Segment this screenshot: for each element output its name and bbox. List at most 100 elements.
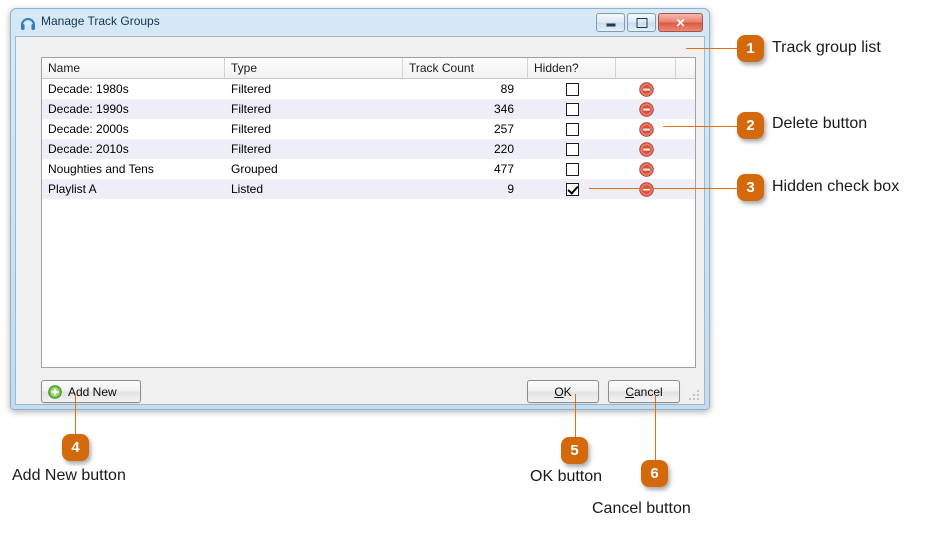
close-button[interactable]: ✕	[658, 13, 703, 32]
delete-icon[interactable]	[638, 141, 654, 157]
column-header-delete	[616, 58, 676, 78]
cell-delete[interactable]	[616, 159, 676, 179]
leader-line-3	[589, 188, 742, 189]
column-header-track-count[interactable]: Track Count	[403, 58, 528, 78]
cell-name: Noughties and Tens	[48, 162, 154, 176]
leader-line-2	[663, 126, 742, 127]
table-row[interactable]: Decade: 1990s Filtered 346	[42, 99, 695, 119]
delete-icon[interactable]	[638, 161, 654, 177]
callout-badge-6: 6	[641, 460, 668, 487]
table-row[interactable]: Playlist A Listed 9	[42, 179, 695, 199]
ok-button[interactable]: OK	[527, 380, 599, 403]
cell-name: Decade: 2000s	[48, 122, 129, 136]
dialog-body: Name Type Track Count Hidden? Decade: 19…	[15, 36, 705, 405]
maximize-button[interactable]	[627, 13, 656, 32]
cell-filler	[676, 179, 695, 199]
leader-line-1	[686, 48, 742, 49]
cell-delete[interactable]	[616, 179, 676, 199]
track-group-list[interactable]: Name Type Track Count Hidden? Decade: 19…	[41, 57, 696, 368]
hidden-checkbox[interactable]	[565, 82, 579, 96]
grid-rows: Decade: 1980s Filtered 89 Decade: 1990s Filt…	[42, 79, 695, 199]
ok-label: OK	[554, 384, 572, 399]
cell-type: Grouped	[231, 162, 278, 176]
cell-type: Listed	[231, 182, 264, 196]
cell-name: Decade: 1990s	[48, 102, 129, 116]
grid-header-row: Name Type Track Count Hidden?	[42, 58, 695, 79]
cell-delete[interactable]	[616, 139, 676, 159]
cell-track-count: 9	[507, 182, 514, 196]
window-controls: ✕	[596, 13, 703, 32]
cancel-button[interactable]: Cancel	[608, 380, 680, 403]
minimize-icon	[606, 23, 615, 27]
cell-name: Decade: 2010s	[48, 142, 129, 156]
delete-icon[interactable]	[638, 101, 654, 117]
resize-grip-icon[interactable]	[688, 389, 701, 402]
minimize-button[interactable]	[596, 13, 625, 32]
cell-filler	[676, 79, 695, 99]
delete-icon[interactable]	[638, 121, 654, 137]
callout-label-6: Cancel button	[592, 500, 691, 517]
table-row[interactable]: Decade: 2010s Filtered 220	[42, 139, 695, 159]
leader-line-6	[655, 394, 656, 462]
window-titlebar[interactable]: Manage Track Groups ✕	[11, 9, 709, 36]
hidden-checkbox[interactable]	[565, 102, 579, 116]
column-header-hidden[interactable]: Hidden?	[528, 58, 616, 78]
window-title: Manage Track Groups	[41, 14, 160, 28]
cell-name: Playlist A	[48, 182, 97, 196]
callout-label-5: OK button	[530, 468, 603, 485]
cell-track-count: 257	[493, 122, 514, 136]
callout-badge-5: 5	[561, 437, 588, 464]
cell-type: Filtered	[231, 102, 272, 116]
leader-line-4	[75, 395, 76, 437]
callout-label-3: Hidden check box	[772, 178, 900, 195]
cell-hidden[interactable]	[528, 139, 616, 159]
callout-badge-3: 3	[737, 174, 764, 201]
cell-filler	[676, 99, 695, 119]
cell-filler	[676, 139, 695, 159]
callout-label-1: Track group list	[772, 39, 881, 56]
callout-label-4: Add New button	[12, 467, 126, 484]
manage-track-groups-window: Manage Track Groups ✕ Name Type Track Co…	[10, 8, 710, 410]
hidden-checkbox[interactable]	[565, 162, 579, 176]
column-header-filler	[676, 58, 695, 78]
delete-icon[interactable]	[638, 181, 654, 197]
cell-hidden[interactable]	[528, 159, 616, 179]
cell-delete[interactable]	[616, 119, 676, 139]
cell-type: Filtered	[231, 82, 272, 96]
cell-hidden[interactable]	[528, 179, 616, 199]
callout-badge-1: 1	[737, 35, 764, 62]
callout-badge-2: 2	[737, 112, 764, 139]
cell-hidden[interactable]	[528, 119, 616, 139]
cell-track-count: 477	[493, 162, 514, 176]
cell-hidden[interactable]	[528, 79, 616, 99]
cell-hidden[interactable]	[528, 99, 616, 119]
cell-delete[interactable]	[616, 79, 676, 99]
table-row[interactable]: Decade: 1980s Filtered 89	[42, 79, 695, 99]
cell-name: Decade: 1980s	[48, 82, 129, 96]
hidden-checkbox[interactable]	[565, 182, 579, 196]
cell-track-count: 220	[493, 142, 514, 156]
cell-delete[interactable]	[616, 99, 676, 119]
hidden-checkbox[interactable]	[565, 142, 579, 156]
column-header-type[interactable]: Type	[225, 58, 403, 78]
cell-type: Filtered	[231, 142, 272, 156]
table-row[interactable]: Decade: 2000s Filtered 257	[42, 119, 695, 139]
callout-badge-4: 4	[62, 434, 89, 461]
hidden-checkbox[interactable]	[565, 122, 579, 136]
add-plus-icon	[48, 384, 62, 399]
table-row[interactable]: Noughties and Tens Grouped 477	[42, 159, 695, 179]
screenshot-root: Manage Track Groups ✕ Name Type Track Co…	[0, 0, 934, 536]
cell-filler	[676, 119, 695, 139]
cell-track-count: 89	[500, 82, 514, 96]
leader-line-5	[575, 394, 576, 440]
close-icon: ✕	[675, 15, 686, 30]
column-header-name[interactable]: Name	[42, 58, 225, 78]
add-new-button[interactable]: Add New	[41, 380, 141, 403]
maximize-icon	[636, 17, 647, 28]
cell-track-count: 346	[493, 102, 514, 116]
cancel-label: Cancel	[625, 384, 663, 399]
delete-icon[interactable]	[638, 81, 654, 97]
cell-filler	[676, 159, 695, 179]
callout-label-2: Delete button	[772, 115, 868, 132]
headphones-icon	[21, 18, 35, 30]
